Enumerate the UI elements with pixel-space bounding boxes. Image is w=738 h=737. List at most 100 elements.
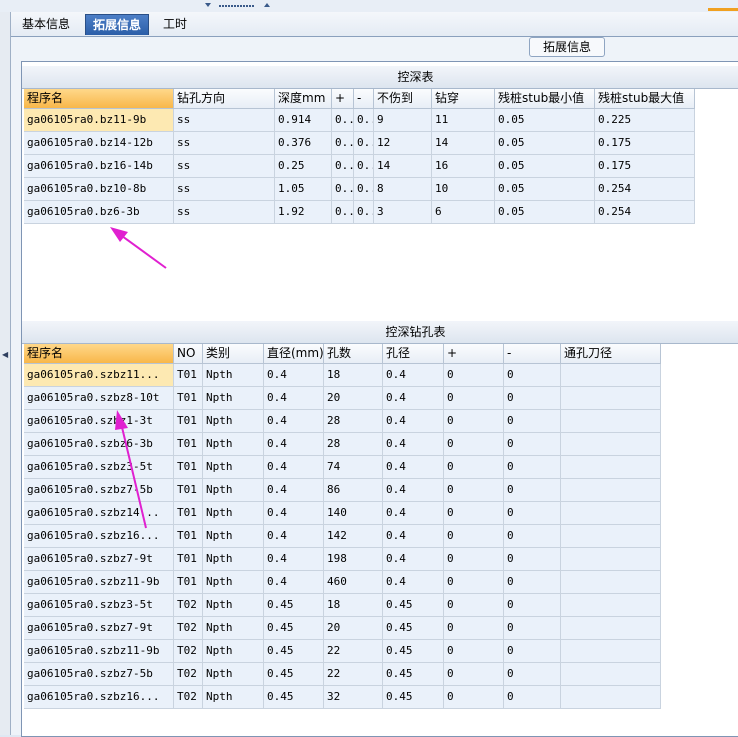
drill-table-cell[interactable]: T01 [174, 479, 203, 502]
drill-table-cell[interactable]: T01 [174, 548, 203, 571]
drill-table-cell[interactable]: 0.4 [264, 364, 324, 387]
depth-table-column-header[interactable]: 深度mm [275, 89, 332, 109]
depth-table-cell[interactable]: 1.05 [275, 178, 332, 201]
drill-table-cell[interactable]: ga06105ra0.szbz8-10t [24, 387, 174, 410]
drill-table-cell[interactable]: Npth [203, 364, 264, 387]
drill-table-cell[interactable]: ga06105ra0.szbz7-5b [24, 479, 174, 502]
drill-table-cell[interactable]: 0 [444, 525, 504, 548]
depth-table-cell[interactable]: 0.376 [275, 132, 332, 155]
drill-table-cell[interactable]: ga06105ra0.szbz3-5t [24, 456, 174, 479]
drill-table-cell[interactable]: ga06105ra0.szbz3-5t [24, 594, 174, 617]
depth-table-cell[interactable]: 6 [432, 201, 495, 224]
depth-table-cell[interactable]: ga06105ra0.bz16-14b [24, 155, 174, 178]
drill-table-cell[interactable]: Npth [203, 594, 264, 617]
drill-table-cell[interactable]: 0 [444, 410, 504, 433]
drill-table-row[interactable]: ga06105ra0.szbz11... T01 Npth 0.4 18 0.4 0 0 [24, 364, 661, 387]
drill-table-cell[interactable] [561, 663, 661, 686]
drill-table-cell[interactable]: 142 [324, 525, 383, 548]
drill-table-cell[interactable]: 28 [324, 433, 383, 456]
depth-table-cell[interactable]: 0.. [354, 178, 374, 201]
drill-table-row[interactable]: ga06105ra0.szbz3-5t T01 Npth 0.4 74 0.4 0 0 [24, 456, 661, 479]
drill-table-cell[interactable]: 22 [324, 640, 383, 663]
drill-table-cell[interactable]: 0.45 [264, 663, 324, 686]
drill-table-cell[interactable]: 0.4 [264, 548, 324, 571]
drill-table-cell[interactable]: 20 [324, 387, 383, 410]
drill-table-cell[interactable]: 74 [324, 456, 383, 479]
drill-table-column-header[interactable]: 孔径 [383, 344, 444, 364]
depth-table-cell[interactable]: 0.. [332, 178, 354, 201]
depth-table-cell[interactable]: 0.05 [495, 178, 595, 201]
depth-table-column-header[interactable]: 钻穿 [432, 89, 495, 109]
drill-table-cell[interactable]: T01 [174, 410, 203, 433]
drill-table-cell[interactable]: 86 [324, 479, 383, 502]
drill-table-cell[interactable]: 0 [504, 548, 561, 571]
depth-table-cell[interactable]: 0.05 [495, 132, 595, 155]
drill-table-row[interactable]: ga06105ra0.szbz7-5b T01 Npth 0.4 86 0.4 0 0 [24, 479, 661, 502]
depth-table-cell[interactable]: ga06105ra0.bz11-9b [24, 109, 174, 132]
depth-table-cell[interactable]: 0.. [332, 132, 354, 155]
depth-table-cell[interactable]: 0.225 [595, 109, 695, 132]
depth-table-cell[interactable]: 0.05 [495, 201, 595, 224]
tab-extended-info[interactable]: 拓展信息 [85, 14, 150, 35]
drill-table-cell[interactable]: 0 [504, 364, 561, 387]
drill-table-cell[interactable] [561, 456, 661, 479]
drill-table-cell[interactable]: 0.45 [264, 686, 324, 709]
drill-table-cell[interactable]: 0.4 [264, 433, 324, 456]
drill-table-cell[interactable]: 0.45 [264, 640, 324, 663]
drill-table-row[interactable]: ga06105ra0.szbz7-9t T01 Npth 0.4 198 0.4 0 0 [24, 548, 661, 571]
depth-table-cell[interactable]: 16 [432, 155, 495, 178]
drill-table-cell[interactable]: 0 [504, 686, 561, 709]
drill-table-cell[interactable]: T02 [174, 686, 203, 709]
drill-table-cell[interactable]: Npth [203, 525, 264, 548]
drill-table-cell[interactable]: 0 [444, 571, 504, 594]
drill-table-row[interactable]: ga06105ra0.szbz7-9t T02 Npth 0.45 20 0.45 0 0 [24, 617, 661, 640]
depth-table-cell[interactable]: 0.. [332, 109, 354, 132]
drill-table-cell[interactable]: 0 [444, 640, 504, 663]
drill-table-cell[interactable]: 0.4 [383, 433, 444, 456]
depth-table-column-header[interactable]: 钻孔方向 [174, 89, 275, 109]
drill-table-cell[interactable]: 32 [324, 686, 383, 709]
drill-table-cell[interactable]: 0 [504, 640, 561, 663]
drill-table-row[interactable]: ga06105ra0.szbz16... T02 Npth 0.45 32 0.45 0 0 [24, 686, 661, 709]
drill-table-cell[interactable]: 0 [504, 456, 561, 479]
depth-table-cell[interactable]: 10 [432, 178, 495, 201]
depth-table-cell[interactable]: 0.175 [595, 155, 695, 178]
drill-table-cell[interactable]: 0 [444, 433, 504, 456]
drill-table-cell[interactable]: 0 [504, 502, 561, 525]
drill-table-cell[interactable]: ga06105ra0.szbz11-9b [24, 640, 174, 663]
drill-table-row[interactable]: ga06105ra0.szbz16... T01 Npth 0.4 142 0.4 0 0 [24, 525, 661, 548]
drill-table-cell[interactable]: 0 [504, 479, 561, 502]
drill-table-cell[interactable]: 0 [504, 410, 561, 433]
drill-table-cell[interactable] [561, 433, 661, 456]
drill-table-cell[interactable]: 0.4 [383, 364, 444, 387]
drill-table-column-header[interactable]: 类别 [203, 344, 264, 364]
depth-table-cell[interactable]: 0.. [332, 155, 354, 178]
drill-table-cell[interactable]: 0.45 [383, 663, 444, 686]
drill-table-row[interactable]: ga06105ra0.szbz11-9b T01 Npth 0.4 460 0.4 0 0 [24, 571, 661, 594]
drill-table-cell[interactable]: 0 [444, 663, 504, 686]
depth-table-cell[interactable]: 8 [374, 178, 432, 201]
drill-table-cell[interactable]: 0 [444, 594, 504, 617]
drill-table-cell[interactable]: ga06105ra0.szbz11-9b [24, 571, 174, 594]
drill-table-cell[interactable]: 0.4 [264, 479, 324, 502]
drill-table-cell[interactable]: Npth [203, 502, 264, 525]
drill-table-cell[interactable] [561, 410, 661, 433]
drill-table-row[interactable]: ga06105ra0.szbz11-9b T02 Npth 0.45 22 0.45 0 0 [24, 640, 661, 663]
depth-table-cell[interactable]: 0.254 [595, 178, 695, 201]
drill-table-cell[interactable] [561, 617, 661, 640]
drill-table-cell[interactable]: Npth [203, 571, 264, 594]
depth-table-row[interactable]: ga06105ra0.bz6-3bss1.920..0..360.050.254 [24, 201, 695, 224]
drill-table-cell[interactable]: 0 [504, 594, 561, 617]
drill-table-cell[interactable]: 0 [504, 617, 561, 640]
drill-table-cell[interactable] [561, 548, 661, 571]
depth-table-cell[interactable]: 11 [432, 109, 495, 132]
drill-table-column-header[interactable]: 通孔刀径 [561, 344, 661, 364]
drill-table-cell[interactable]: 20 [324, 617, 383, 640]
drill-table-cell[interactable]: 0.45 [264, 617, 324, 640]
drill-table-cell[interactable]: ga06105ra0.szbz7-9t [24, 548, 174, 571]
depth-table-cell[interactable]: ss [174, 201, 275, 224]
drill-table-cell[interactable]: 0.4 [383, 502, 444, 525]
drill-table-row[interactable]: ga06105ra0.szbz3-5t T02 Npth 0.45 18 0.45 0 0 [24, 594, 661, 617]
drill-table-cell[interactable]: T01 [174, 502, 203, 525]
depth-table-cell[interactable]: 0.. [354, 132, 374, 155]
